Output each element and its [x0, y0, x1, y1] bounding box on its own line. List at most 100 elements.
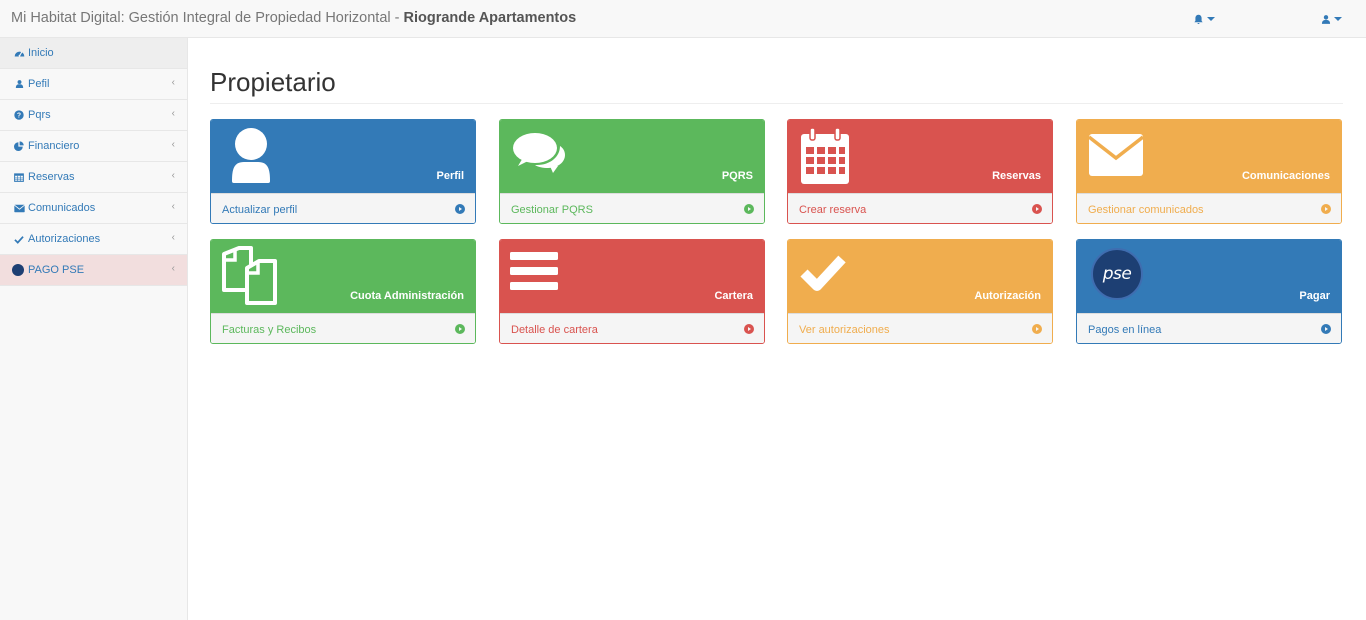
card-link-label: Gestionar PQRS	[511, 203, 593, 216]
card-title: Autorización	[974, 290, 1041, 302]
question-circle-icon: ?	[12, 110, 26, 121]
card-link-gestionar-comunicados[interactable]: Gestionar comunicados	[1077, 193, 1341, 223]
card-title: Cuota Administración	[350, 290, 464, 302]
svg-text:?: ?	[17, 113, 21, 120]
bell-icon	[1194, 14, 1203, 24]
card-link-gestionar-pqrs[interactable]: Gestionar PQRS	[500, 193, 764, 223]
pse-logo-icon	[12, 264, 24, 276]
user-icon	[12, 79, 26, 90]
caret-down-icon	[1207, 17, 1215, 21]
sidebar-item-label: Reservas	[28, 171, 75, 183]
card-link-actualizar-perfil[interactable]: Actualizar perfil	[211, 193, 475, 223]
sidebar-item-financiero[interactable]: Financiero ‹	[0, 131, 187, 162]
card-header: Cuota Administración	[211, 240, 475, 313]
card-link-label: Facturas y Recibos	[222, 323, 317, 336]
card-link-ver-autorizaciones[interactable]: Ver autorizaciones	[788, 313, 1052, 343]
chevron-left-icon: ‹	[171, 232, 175, 243]
arrow-circle-right-icon	[1032, 204, 1042, 214]
sidebar-item-label: Pefil	[28, 78, 50, 90]
card-header: Reservas	[788, 120, 1052, 193]
card-link-facturas-y-recibos[interactable]: Facturas y Recibos	[211, 313, 475, 343]
card-reservas: Reservas Crear reserva	[787, 119, 1053, 224]
sidebar-item-pago-pse[interactable]: PAGO PSE ‹	[0, 255, 187, 286]
envelope-icon	[12, 203, 26, 214]
calendar-icon	[12, 172, 26, 183]
card-link-pagos-en-linea[interactable]: Pagos en línea	[1077, 313, 1341, 343]
dashboard-icon	[12, 48, 26, 59]
card-header: Cartera	[500, 240, 764, 313]
sidebar-item-pqrs[interactable]: ? Pqrs ‹	[0, 100, 187, 131]
arrow-circle-right-icon	[1321, 324, 1331, 334]
brand-name: Riogrande Apartamentos	[403, 10, 577, 26]
caret-down-icon	[1334, 17, 1342, 21]
envelope-icon	[1087, 134, 1145, 176]
user-icon	[232, 128, 270, 183]
arrow-circle-right-icon	[455, 204, 465, 214]
card-title: Cartera	[714, 290, 753, 302]
card-perfil: Perfil Actualizar perfil	[210, 119, 476, 224]
sidebar-item-label: PAGO PSE	[28, 264, 85, 276]
card-link-label: Detalle de cartera	[511, 323, 598, 336]
card-link-detalle-de-cartera[interactable]: Detalle de cartera	[500, 313, 764, 343]
card-title: PQRS	[721, 170, 753, 182]
user-dropdown[interactable]	[1321, 12, 1342, 26]
pse-logo-text: pse	[1102, 264, 1132, 284]
chevron-left-icon: ‹	[171, 170, 175, 181]
sidebar-item-autorizaciones[interactable]: Autorizaciones ‹	[0, 224, 187, 255]
sidebar-item-reservas[interactable]: Reservas ‹	[0, 162, 187, 193]
card-autorizacion: Autorización Ver autorizaciones	[787, 239, 1053, 344]
sidebar-item-comunicados[interactable]: Comunicados ‹	[0, 193, 187, 224]
card-header: Perfil	[211, 120, 475, 193]
comments-icon	[513, 133, 565, 173]
card-cartera: Cartera Detalle de cartera	[499, 239, 765, 344]
sidebar-item-perfil[interactable]: Pefil ‹	[0, 69, 187, 100]
notifications-dropdown[interactable]	[1193, 12, 1215, 26]
arrow-circle-right-icon	[744, 204, 754, 214]
chevron-left-icon: ‹	[171, 77, 175, 88]
pse-logo-icon: pse	[1091, 248, 1143, 300]
sidebar-item-inicio[interactable]: Inicio	[0, 38, 187, 69]
sidebar: Inicio Pefil ‹ ? Pqrs ‹ Financiero ‹ Res…	[0, 38, 188, 620]
arrow-circle-right-icon	[455, 324, 465, 334]
card-link-label: Crear reserva	[799, 203, 867, 216]
sidebar-item-label: Pqrs	[28, 109, 51, 121]
sidebar-item-label: Comunicados	[28, 202, 96, 214]
card-link-label: Pagos en línea	[1088, 323, 1162, 336]
sidebar-item-label: Autorizaciones	[28, 233, 101, 245]
card-header: PQRS	[500, 120, 764, 193]
card-link-label: Actualizar perfil	[222, 203, 298, 216]
top-navbar: Mi Habitat Digital: Gestión Integral de …	[0, 0, 1366, 38]
check-icon	[12, 234, 26, 245]
title-divider	[210, 103, 1343, 104]
user-icon	[1321, 14, 1331, 24]
arrow-circle-right-icon	[1321, 204, 1331, 214]
card-pagar: pse Pagar Pagos en línea	[1076, 239, 1342, 344]
arrow-circle-right-icon	[744, 324, 754, 334]
card-title: Pagar	[1299, 290, 1330, 302]
chevron-left-icon: ‹	[171, 201, 175, 212]
card-header: pse Pagar	[1077, 240, 1341, 313]
card-link-label: Gestionar comunicados	[1088, 203, 1204, 216]
card-title: Reservas	[992, 170, 1041, 182]
chevron-left-icon: ‹	[171, 139, 175, 150]
pie-chart-icon	[12, 141, 26, 152]
sidebar-item-label: Inicio	[28, 47, 54, 59]
card-link-label: Ver autorizaciones	[799, 323, 890, 336]
brand-prefix: Mi Habitat Digital: Gestión Integral de …	[11, 10, 404, 26]
chevron-left-icon: ‹	[171, 108, 175, 119]
files-icon	[222, 246, 277, 305]
arrow-circle-right-icon	[1032, 324, 1042, 334]
card-header: Autorización	[788, 240, 1052, 313]
page-title: Propietario	[210, 67, 336, 97]
card-pqrs: PQRS Gestionar PQRS	[499, 119, 765, 224]
card-link-crear-reserva[interactable]: Crear reserva	[788, 193, 1052, 223]
sidebar-item-label: Financiero	[28, 140, 80, 152]
card-title: Comunicaciones	[1241, 170, 1330, 182]
card-cuota-administracion: Cuota Administración Facturas y Recibos	[210, 239, 476, 344]
check-icon	[800, 255, 846, 291]
app-brand[interactable]: Mi Habitat Digital: Gestión Integral de …	[11, 10, 576, 26]
card-title: Perfil	[436, 170, 464, 182]
chevron-left-icon: ‹	[171, 263, 175, 274]
card-comunicaciones: Comunicaciones Gestionar comunicados	[1076, 119, 1342, 224]
calendar-icon	[801, 127, 849, 184]
